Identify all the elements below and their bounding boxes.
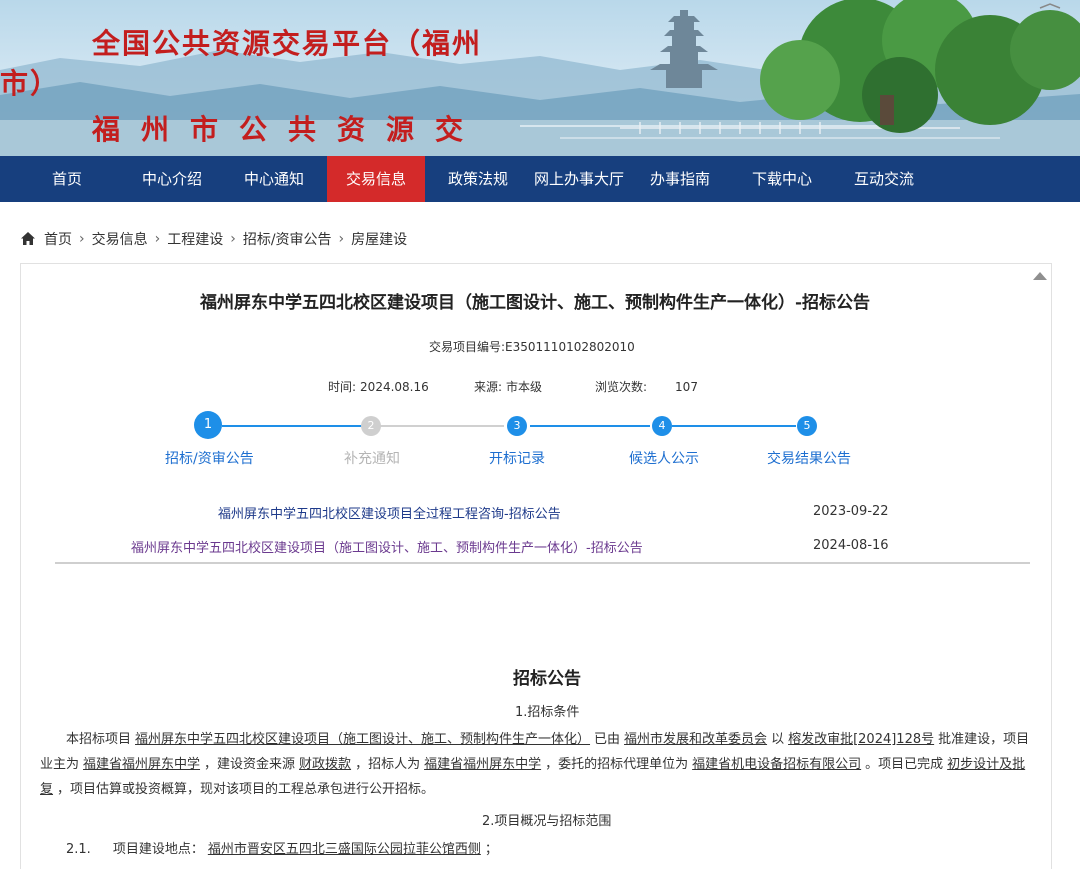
section-title-project-overview: 2.项目概况与招标范围 [482,814,612,829]
breadcrumb-separator: › [154,231,161,247]
site-banner: 全国公共资源交易平台（福州市） 福州市公共资源交易网 [0,0,1080,156]
nav-item-center-notice[interactable]: 中心通知 [230,156,318,202]
approver-value: 福州市发展和改革委员会 [624,732,768,747]
step-4-badge[interactable]: 4 [652,416,672,436]
project-name-value: 福州屏东中学五四北校区建设项目（施工图设计、施工、预制构件生产一体化） [135,732,591,747]
related-notice-link[interactable]: 福州屏东中学五四北校区建设项目全过程工程咨询-招标公告 [218,503,561,522]
source-value: 市本级 [506,380,543,394]
paragraph-text: 已由 [594,732,621,747]
item-label: 项目建设地点： [112,842,204,857]
step-1-badge[interactable]: 1 [194,411,222,439]
breadcrumb-home[interactable]: 首页 [44,229,72,249]
paragraph-text: ，建设资金来源 [204,757,296,772]
project-code-line: 交易项目编号:E3501110102802010 [429,338,635,355]
nav-item-policy[interactable]: 政策法规 [434,156,522,202]
nav-item-online-hall[interactable]: 网上办事大厅 [528,156,630,202]
paragraph-text: ，项目估算或投资概算，现对该项目的工程总承包进行公开招标。 [57,782,435,797]
section-title-tender-conditions: 1.招标条件 [515,705,580,720]
paragraph-text: ，招标人为 [355,757,421,772]
source-label: 来源: [474,380,503,394]
breadcrumb-separator: › [338,231,345,247]
step-3-label[interactable]: 开标记录 [489,448,545,468]
step-connector [380,425,504,427]
related-notice-date: 2023-09-22 [813,504,889,519]
section-divider [55,562,1030,564]
step-2-badge: 2 [361,416,381,436]
project-code-value: E3501110102802010 [505,340,635,354]
nav-item-center-intro[interactable]: 中心介绍 [128,156,216,202]
main-nav: 首页 中心介绍 中心通知 交易信息 政策法规 网上办事大厅 办事指南 下载中心 … [0,156,1080,202]
fund-source-value: 财政拨款 [299,757,352,772]
nav-item-guide[interactable]: 办事指南 [638,156,722,202]
breadcrumb-housing[interactable]: 房屋建设 [351,229,407,249]
time-label: 时间: [328,380,357,394]
publish-time: 时间: 2024.08.16 [328,378,429,395]
step-2-label: 补充通知 [344,451,400,467]
source-info: 来源: 市本级 [474,378,542,395]
step-5-badge[interactable]: 5 [797,416,817,436]
related-notice-date: 2024-08-16 [813,538,889,553]
step-4-label[interactable]: 候选人公示 [629,448,699,468]
breadcrumb-trade-info[interactable]: 交易信息 [92,229,148,249]
tenderer-value: 福建省福州屏东中学 [424,757,542,772]
notice-heading: 招标公告 [513,669,581,689]
related-notice-link[interactable]: 福州屏东中学五四北校区建设项目（施工图设计、施工、预制构件生产一体化）-招标公告 [131,537,643,556]
views-value: 107 [675,380,698,394]
nav-item-home[interactable]: 首页 [34,156,100,202]
step-3-badge[interactable]: 3 [507,416,527,436]
step-connector [672,425,796,427]
article-title: 福州屏东中学五四北校区建设项目（施工图设计、施工、预制构件生产一体化）-招标公告 [199,293,871,313]
approval-number-value: 榕发改审批[2024]128号 [788,732,935,747]
time-value: 2024.08.16 [360,380,429,394]
paragraph-text: 本招标项目 [66,732,132,747]
view-count: 浏览次数: 107 [595,378,698,395]
breadcrumb-separator: › [79,231,85,247]
banner-title: 全国公共资源交易平台（福州市） [0,27,483,100]
nav-item-trade-info[interactable]: 交易信息 [327,156,425,202]
breadcrumb-separator: › [230,231,236,247]
project-location-line: 2.1. 项目建设地点： 福州市晋安区五四北三盛国际公园拉菲公馆西侧； [66,838,498,857]
banner-subtitle: 福州市公共资源交易网 [92,113,485,146]
nav-item-downloads[interactable]: 下载中心 [738,156,826,202]
views-label: 浏览次数: [595,380,648,394]
tender-conditions-paragraph: 本招标项目 福州屏东中学五四北校区建设项目（施工图设计、施工、预制构件生产一体化）… [40,727,1038,802]
breadcrumb-engineering[interactable]: 工程建设 [167,229,223,249]
breadcrumb: 首页 › 交易信息 › 工程建设 › 招标/资审公告 › 房屋建设 [20,228,407,250]
owner-value: 福建省福州屏东中学 [83,757,201,772]
step-connector [222,425,362,427]
item-number: 2.1. [66,842,91,857]
step-1-label[interactable]: 招标/资审公告 [165,448,254,468]
item-end: ； [484,842,498,857]
project-code-label: 交易项目编号: [429,340,506,354]
paragraph-text: 以 [771,732,785,747]
home-icon [21,232,35,245]
scroll-up-arrow-icon[interactable] [1033,272,1047,280]
paragraph-text: ，委托的招标代理单位为 [545,757,689,772]
paragraph-text: 。项目已完成 [865,757,944,772]
breadcrumb-tender-notice[interactable]: 招标/资审公告 [243,229,332,249]
step-5-label[interactable]: 交易结果公告 [767,448,851,468]
project-location-value: 福州市晋安区五四北三盛国际公园拉菲公馆西侧 [207,842,481,857]
nav-item-interaction[interactable]: 互动交流 [840,156,928,202]
step-connector [530,425,650,427]
agent-value: 福建省机电设备招标有限公司 [692,757,862,772]
